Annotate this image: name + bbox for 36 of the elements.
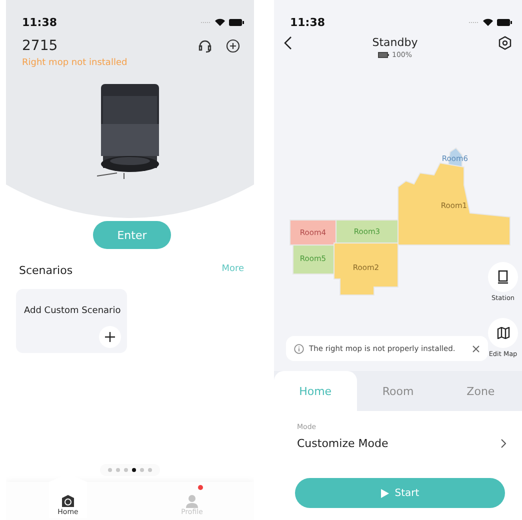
- status-title: Standby: [372, 36, 418, 49]
- mode-tab[interactable]: Zone: [439, 371, 522, 411]
- more-link[interactable]: More: [222, 264, 244, 277]
- mode-tab[interactable]: Room: [356, 371, 440, 411]
- side-button[interactable]: [488, 318, 518, 348]
- side-button[interactable]: [488, 262, 518, 292]
- wifi-icon: [215, 18, 225, 26]
- plus-icon: [105, 332, 115, 342]
- settings-icon[interactable]: [498, 36, 512, 50]
- scenario-card[interactable]: Add Custom Scenario: [16, 289, 127, 353]
- add-button[interactable]: [99, 326, 121, 348]
- person-icon: [185, 494, 199, 508]
- wifi-icon: [483, 18, 493, 26]
- section-title: Scenarios: [19, 264, 73, 277]
- add-icon[interactable]: [226, 39, 240, 53]
- status-time: 11:38: [290, 16, 326, 28]
- mode-tab[interactable]: Home: [274, 371, 357, 411]
- map-icon: [496, 327, 510, 339]
- page-indicator: [100, 464, 160, 476]
- back-icon[interactable]: [284, 36, 292, 50]
- enter-button[interactable]: Enter: [93, 221, 171, 249]
- card-title: Add Custom Scenario: [24, 306, 121, 316]
- chevron-icon: [501, 439, 506, 448]
- battery-icon: [497, 18, 512, 26]
- home-icon: [61, 494, 75, 508]
- status-time: 11:38: [22, 16, 58, 28]
- close-icon[interactable]: [472, 344, 480, 352]
- play-icon: [380, 488, 389, 498]
- headset-icon[interactable]: [198, 39, 212, 53]
- device-name: 2715: [22, 38, 58, 54]
- warning-text: Right mop not installed: [21, 57, 128, 68]
- battery-icon: [378, 52, 389, 58]
- station-icon: [497, 270, 509, 284]
- info-icon: [294, 344, 304, 354]
- mode-selector[interactable]: Customize Mode: [274, 431, 522, 450]
- start-button[interactable]: Start: [295, 478, 505, 508]
